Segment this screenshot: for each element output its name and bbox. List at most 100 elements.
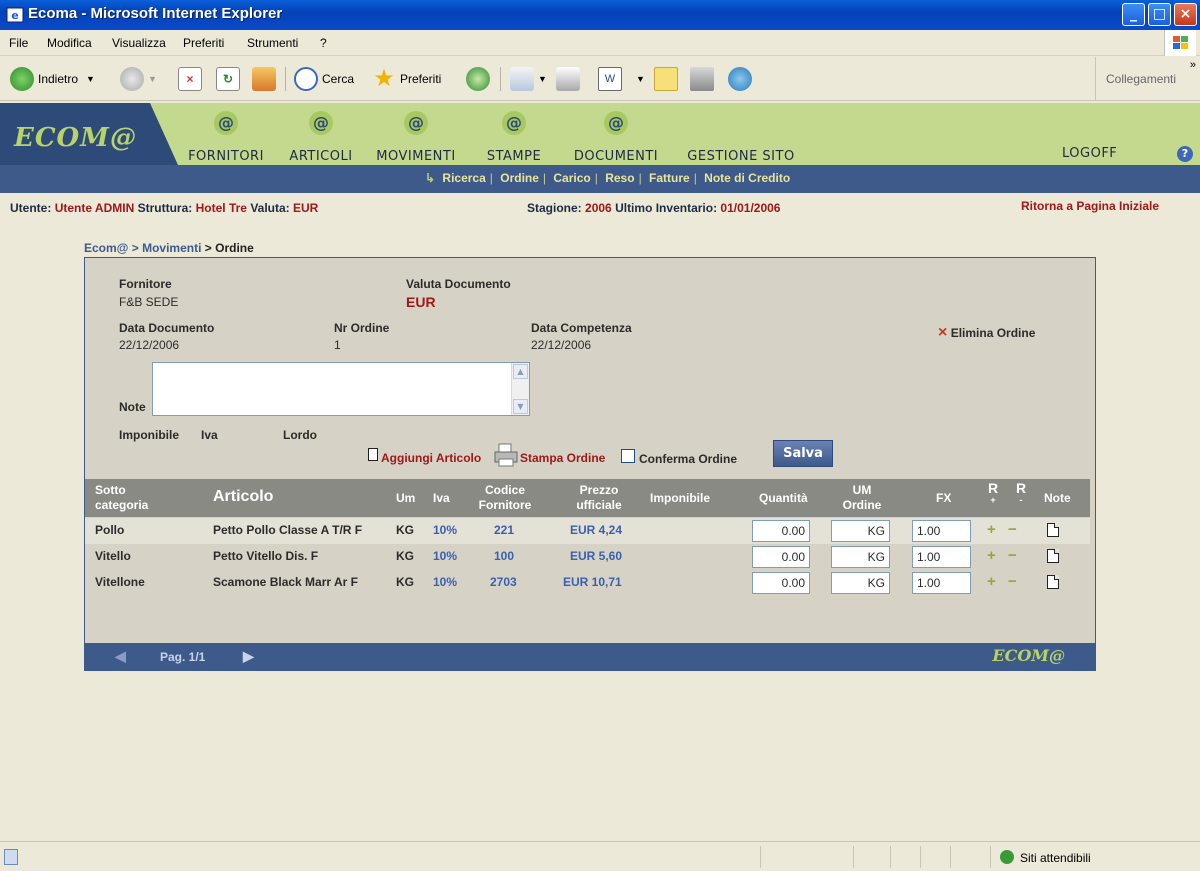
nav-movimenti[interactable]: @ MOVIMENTI (368, 103, 464, 165)
note-textarea[interactable]: ▲ ▼ (152, 362, 530, 416)
prev-page-icon[interactable]: ◀ (115, 648, 126, 665)
confirm-order-checkbox[interactable] (621, 449, 635, 463)
nav-stampe[interactable]: @ STAMPE (478, 103, 550, 165)
row-iva: 10% (433, 549, 458, 563)
word-icon: W (598, 67, 622, 91)
breadcrumb-movimenti[interactable]: Movimenti (142, 241, 201, 255)
inventory-label: Ultimo Inventario: (615, 201, 718, 215)
home-button[interactable] (252, 65, 280, 93)
back-button[interactable]: Indietro ▼ (10, 65, 95, 93)
quantity-input[interactable]: 0.00 (752, 546, 810, 568)
doc-date-value: 22/12/2006 (119, 338, 180, 352)
menu-strumenti[interactable]: Strumenti (247, 36, 298, 50)
menu-help[interactable]: ? (320, 36, 327, 50)
imponibile-label: Imponibile (119, 428, 179, 442)
subnav-ricerca[interactable]: Ricerca (442, 171, 485, 185)
menu-modifica[interactable]: Modifica (47, 36, 92, 50)
col-price-line1: Prezzo (579, 483, 619, 497)
nav-documenti[interactable]: @ DOCUMENTI (566, 103, 666, 165)
messenger-button[interactable] (728, 65, 756, 93)
document-icon (368, 448, 378, 461)
mail-button[interactable]: ▼ (510, 65, 547, 93)
logoff-link[interactable]: LOGOFF (1062, 146, 1117, 161)
plus-icon[interactable]: + (987, 547, 996, 564)
close-button[interactable]: × (1174, 3, 1197, 26)
fx-input[interactable]: 1.00 (912, 572, 971, 594)
row-price: EUR 5,60 (570, 549, 623, 563)
note-scrollbar[interactable]: ▲ ▼ (511, 363, 529, 415)
nav-fornitori[interactable]: @ FORNITORI (180, 103, 272, 165)
table-row: Vitello Petto Vitello Dis. F KG 10% 100 … (85, 544, 1090, 570)
discuss-button[interactable] (654, 65, 682, 93)
print-order-link[interactable]: Stampa Ordine (520, 451, 605, 465)
breadcrumb-home[interactable]: Ecom@ (84, 241, 128, 255)
um-order-select[interactable]: KG (831, 520, 890, 542)
research-button[interactable] (690, 65, 718, 93)
chevron-right-icon: » (1189, 59, 1196, 71)
comp-date-label: Data Competenza (531, 321, 632, 335)
col-note: Note (1044, 491, 1071, 505)
save-button[interactable]: Salva (773, 440, 833, 467)
help-icon[interactable]: ? (1177, 146, 1193, 162)
subnav-carico[interactable]: Carico (553, 171, 590, 185)
col-price-line2: ufficiale (576, 498, 622, 512)
home-icon (252, 67, 276, 91)
note-document-icon[interactable] (1047, 575, 1059, 589)
maximize-button[interactable]: □ (1148, 3, 1171, 26)
menu-visualizza[interactable]: Visualizza (112, 36, 166, 50)
edit-button[interactable]: W ▼ (598, 65, 645, 93)
note-document-icon[interactable] (1047, 523, 1059, 537)
quantity-input[interactable]: 0.00 (752, 572, 810, 594)
plus-icon[interactable]: + (987, 521, 996, 538)
add-item-link[interactable]: Aggiungi Articolo (381, 451, 481, 465)
next-page-icon[interactable]: ▶ (243, 648, 254, 665)
col-subcategory-line1: Sotto (95, 483, 126, 497)
fx-input[interactable]: 1.00 (912, 546, 971, 568)
table-row: Vitellone Scamone Black Marr Ar F KG 10%… (85, 570, 1090, 596)
subnav-reso[interactable]: Reso (605, 171, 634, 185)
nav-articoli[interactable]: @ ARTICOLI (282, 103, 360, 165)
col-supplier-code: Codice Fornitore (470, 483, 540, 513)
chevron-down-icon[interactable]: ▼ (513, 399, 528, 414)
col-fx: FX (936, 491, 952, 505)
status-segment (853, 846, 854, 868)
minus-icon[interactable]: − (1008, 573, 1017, 590)
minus-icon[interactable]: − (1008, 521, 1017, 538)
nav-gestione-sito[interactable]: @GESTIONE SITO (676, 103, 806, 165)
forward-button[interactable]: ▼ (120, 65, 157, 93)
back-arrow-icon (10, 67, 34, 91)
chevron-up-icon[interactable]: ▲ (513, 364, 528, 379)
um-order-select[interactable]: KG (831, 572, 890, 594)
quantity-input[interactable]: 0.00 (752, 520, 810, 542)
row-articolo: Scamone Black Marr Ar F (213, 575, 358, 589)
note-document-icon[interactable] (1047, 549, 1059, 563)
refresh-button[interactable]: ↻ (216, 65, 244, 93)
col-iva: Iva (433, 491, 450, 505)
minus-icon[interactable]: − (1008, 547, 1017, 564)
col-r-plus: R + (987, 481, 999, 505)
subnav-note-credito[interactable]: Note di Credito (704, 171, 790, 185)
menu-preferiti[interactable]: Preferiti (183, 36, 224, 50)
fx-input[interactable]: 1.00 (912, 520, 971, 542)
row-code: 2703 (490, 575, 517, 589)
at-icon: @ (214, 111, 238, 135)
home-link[interactable]: Ritorna a Pagina Iniziale (1021, 199, 1159, 213)
um-order-select[interactable]: KG (831, 546, 890, 568)
search-button[interactable]: Cerca (294, 65, 354, 93)
print-button[interactable] (556, 65, 584, 93)
row-um: KG (396, 523, 414, 537)
stop-button[interactable]: × (178, 65, 206, 93)
plus-icon[interactable]: + (987, 573, 996, 590)
season-label: Stagione: (527, 201, 582, 215)
links-bar[interactable]: Collegamenti » (1095, 57, 1200, 101)
toolbar-separator (285, 67, 286, 91)
subnav-fatture[interactable]: Fatture (649, 171, 690, 185)
subnav-ordine[interactable]: Ordine (500, 171, 539, 185)
menu-file[interactable]: File (9, 36, 28, 50)
history-button[interactable] (466, 65, 494, 93)
breadcrumb-current: Ordine (215, 241, 254, 255)
printer-icon (556, 67, 580, 91)
minimize-button[interactable]: _ (1122, 3, 1145, 26)
favorites-button[interactable]: ★ Preferiti (372, 65, 441, 93)
delete-order-button[interactable]: × Elimina Ordine (938, 324, 1035, 342)
